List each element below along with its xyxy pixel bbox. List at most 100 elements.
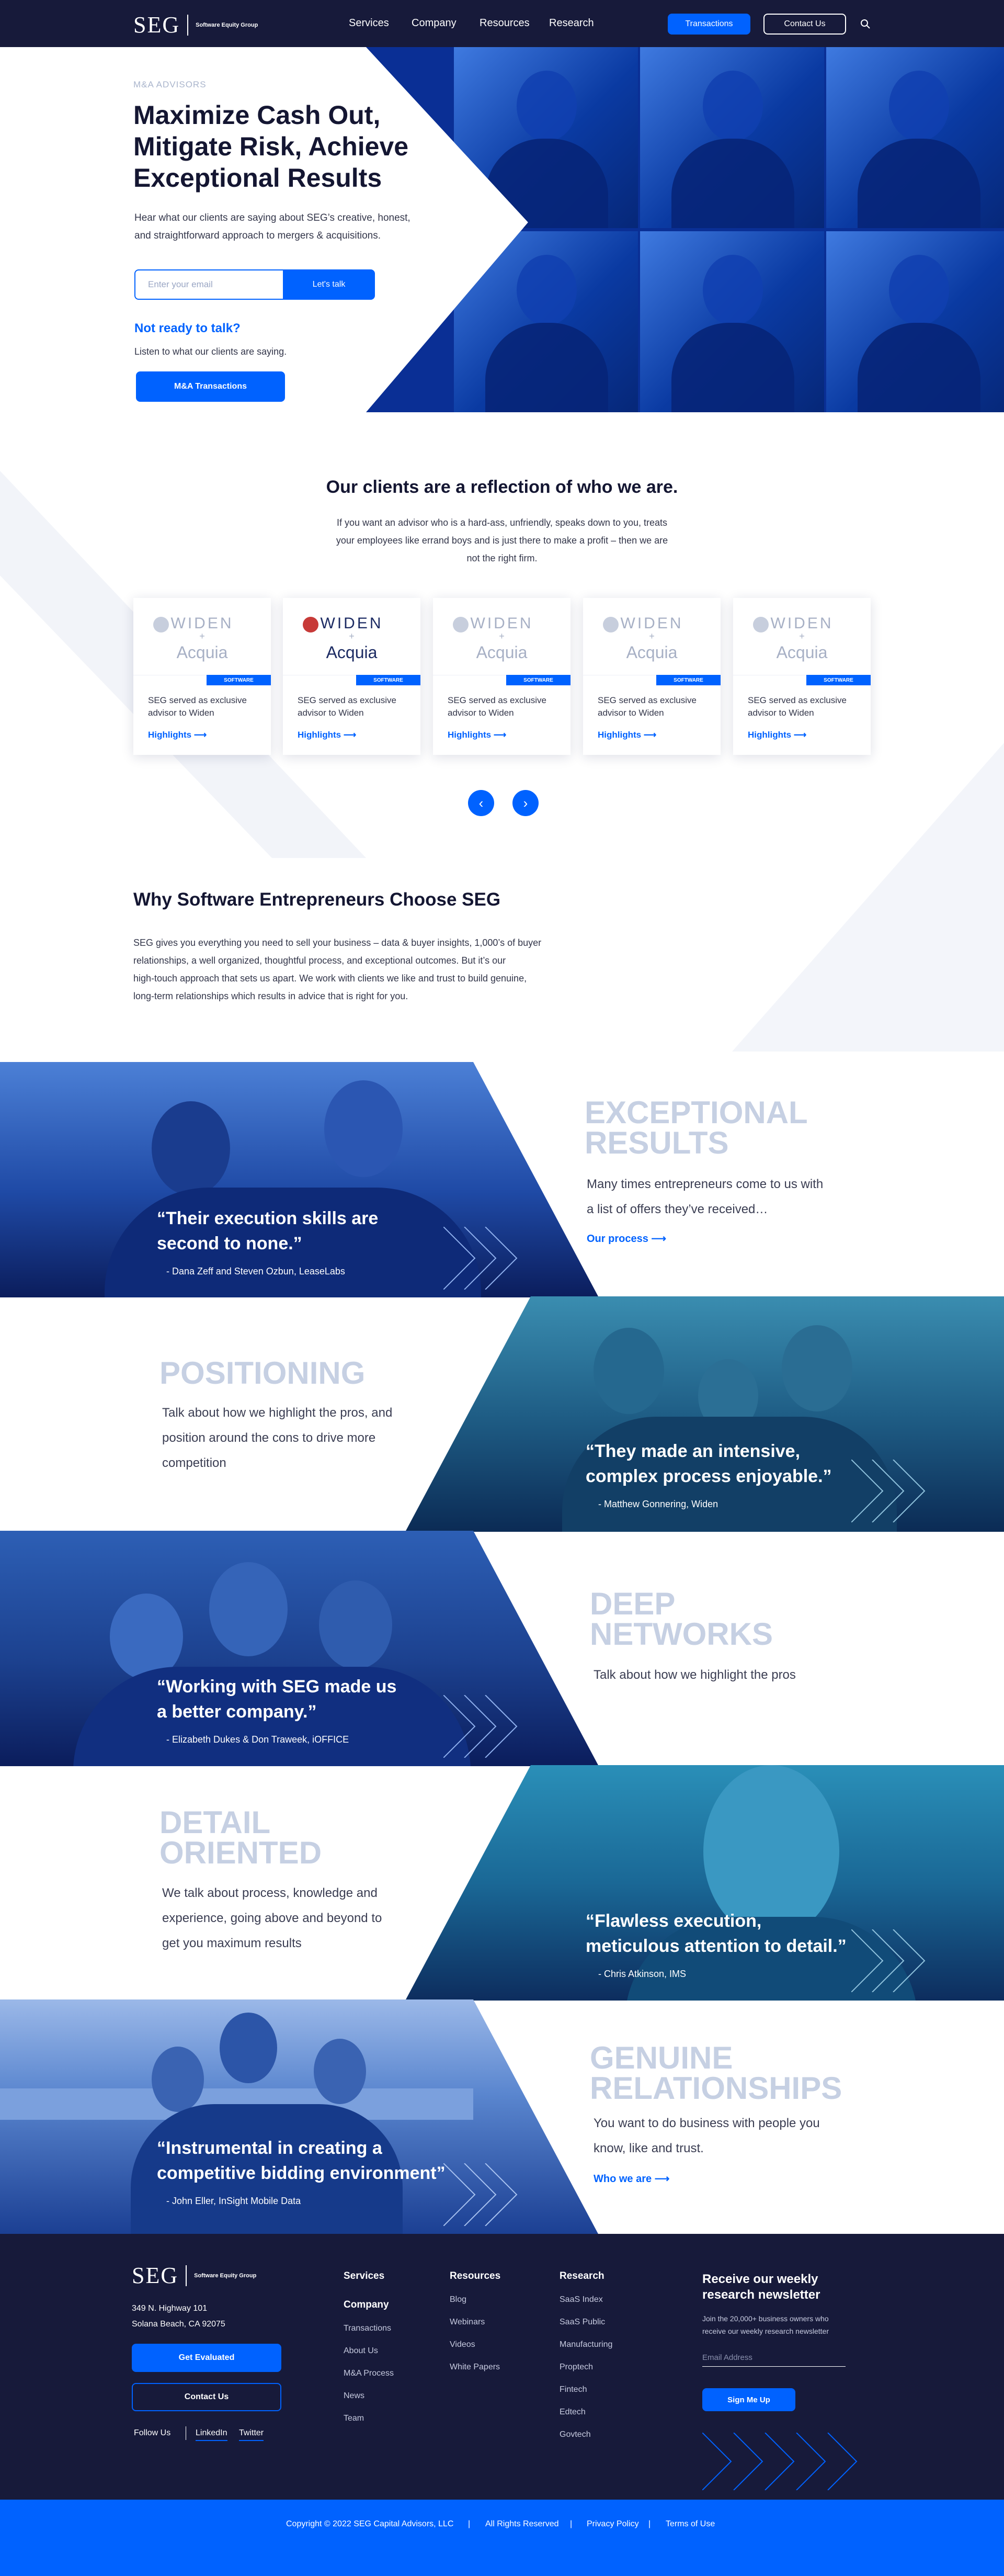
- testimonial-quote: “They made an intensive, complex process…: [586, 1441, 832, 1486]
- transactions-button[interactable]: Transactions: [668, 14, 750, 35]
- logo-mark: SEG: [132, 2263, 179, 2288]
- widen-logo-text: WIDEN: [620, 615, 683, 632]
- footer-link[interactable]: Team: [344, 2414, 364, 2423]
- highlights-link[interactable]: Highlights ⟶: [448, 730, 506, 740]
- seg-logo[interactable]: SEG Software Equity Group: [133, 12, 258, 38]
- footer-link[interactable]: Govtech: [560, 2430, 591, 2439]
- highlights-link[interactable]: Highlights ⟶: [298, 730, 356, 740]
- footer-link[interactable]: Manufacturing: [560, 2340, 612, 2349]
- highlights-link[interactable]: Highlights ⟶: [748, 730, 806, 740]
- acquia-logo-text: Acquia: [626, 643, 678, 662]
- deal-description: SEG served as exclusive advisor to Widen: [298, 695, 396, 718]
- nav-services[interactable]: Services: [349, 17, 389, 29]
- deal-card[interactable]: WIDEN + Acquia SOFTWARE SEG served as excl…: [283, 598, 420, 755]
- follow-us-label: Follow Us: [134, 2428, 171, 2437]
- email-input[interactable]: Enter your email: [134, 269, 284, 300]
- widen-logo-text: WIDEN: [320, 615, 383, 632]
- footer-heading-research[interactable]: Research: [560, 2270, 604, 2282]
- listen-text: Listen to what our clients are saying.: [134, 346, 287, 357]
- terms-of-use-link[interactable]: Terms of Use: [666, 2519, 715, 2529]
- highlights-link[interactable]: Highlights ⟶: [148, 730, 207, 740]
- our-process-link[interactable]: Our process ⟶: [587, 1232, 666, 1245]
- section-text: You want to do business with people you …: [594, 2116, 820, 2155]
- client-photo: [454, 231, 638, 412]
- who-we-are-link[interactable]: Who we are ⟶: [594, 2172, 669, 2185]
- client-photo: [454, 47, 638, 228]
- nav-resources[interactable]: Resources: [480, 17, 530, 29]
- highlights-link[interactable]: Highlights ⟶: [598, 730, 656, 740]
- nav-research[interactable]: Research: [549, 17, 594, 29]
- footer-link[interactable]: M&A Process: [344, 2369, 394, 2378]
- clients-body: If you want an advisor who is a hard-ass…: [336, 517, 668, 563]
- deal-card[interactable]: WIDEN + Acquia SOFTWARE SEG served as excl…: [433, 598, 571, 755]
- acquia-logo-text: Acquia: [326, 643, 378, 662]
- section-text: Talk about how we highlight the pros: [594, 1668, 796, 1682]
- section-text: Many times entrepreneurs come to us with…: [587, 1177, 824, 1216]
- carousel-next-button[interactable]: ›: [512, 790, 539, 816]
- category-tag: SOFTWARE: [806, 675, 871, 685]
- logo-subtitle: Software Equity Group: [194, 2272, 257, 2279]
- footer-link[interactable]: Videos: [450, 2340, 475, 2349]
- newsletter-text: Join the 20,000+ business owners who rec…: [702, 2314, 829, 2335]
- footer-link[interactable]: Fintech: [560, 2385, 587, 2394]
- footer-link[interactable]: About Us: [344, 2346, 378, 2356]
- why-body: SEG gives you everything you need to sel…: [133, 937, 542, 1001]
- testimonial-quote: “Their execution skills are second to no…: [157, 1208, 379, 1253]
- category-tag: SOFTWARE: [656, 675, 721, 685]
- deal-card[interactable]: WIDEN + Acquia SOFTWARE SEG served as excl…: [733, 598, 871, 755]
- footer-address: 349 N. Highway 101 Solana Beach, CA 9207…: [132, 2304, 225, 2329]
- testimonial-attribution: - Elizabeth Dukes & Don Traweek, iOFFICE: [166, 1734, 349, 1745]
- footer-link[interactable]: Edtech: [560, 2408, 586, 2417]
- lets-talk-button[interactable]: Let's talk: [283, 269, 375, 300]
- section-heading: DEEP NETWORKS: [590, 1586, 773, 1652]
- search-icon[interactable]: [860, 19, 871, 29]
- footer-link[interactable]: News: [344, 2391, 364, 2401]
- footer-heading-company[interactable]: Company: [344, 2299, 389, 2311]
- widen-logo-text: WIDEN: [170, 615, 234, 632]
- footer-heading-resources[interactable]: Resources: [450, 2270, 500, 2282]
- contact-us-button[interactable]: Contact Us: [763, 14, 846, 35]
- footer-link[interactable]: Transactions: [344, 2324, 391, 2333]
- sign-me-up-button[interactable]: Sign Me Up: [702, 2388, 795, 2411]
- newsletter-email-input[interactable]: Email Address: [702, 2353, 846, 2367]
- footer-contact-button[interactable]: Contact Us: [132, 2383, 281, 2411]
- widen-logo-text: WIDEN: [470, 615, 533, 632]
- footer-link[interactable]: SaaS Public: [560, 2318, 605, 2327]
- footer-heading-services[interactable]: Services: [344, 2270, 384, 2282]
- privacy-policy-link[interactable]: Privacy Policy: [587, 2519, 639, 2529]
- category-tag: SOFTWARE: [506, 675, 571, 685]
- logo-mark: SEG: [133, 12, 180, 38]
- section-text: We talk about process, knowledge and exp…: [162, 1886, 382, 1950]
- why-title: Why Software Entrepreneurs Choose SEG: [133, 889, 501, 910]
- footer: SEG Software Equity Group 349 N. Highway…: [0, 2234, 1004, 2500]
- testimonial-quote: “Flawless execution, meticulous attentio…: [586, 1911, 847, 1956]
- chevron-decoration-icon: [851, 1929, 926, 1992]
- client-photo-grid: [366, 47, 1004, 412]
- footer-logo[interactable]: SEG Software Equity Group: [132, 2262, 256, 2289]
- acquia-logo-text: Acquia: [476, 643, 528, 662]
- footer-link[interactable]: Proptech: [560, 2363, 593, 2372]
- separator: |: [648, 2519, 651, 2528]
- carousel-prev-button[interactable]: ‹: [468, 790, 494, 816]
- twitter-link[interactable]: Twitter: [239, 2428, 264, 2441]
- logo-divider: [187, 14, 189, 36]
- linkedin-link[interactable]: LinkedIn: [196, 2428, 227, 2441]
- deal-card[interactable]: WIDEN + Acquia SOFTWARE SEG served as excl…: [133, 598, 271, 755]
- category-tag: SOFTWARE: [207, 675, 271, 685]
- section-text: Talk about how we highlight the pros, an…: [162, 1406, 393, 1470]
- footer-link[interactable]: Blog: [450, 2295, 466, 2304]
- footer-link[interactable]: White Papers: [450, 2363, 500, 2372]
- testimonial-attribution: - John Eller, InSight Mobile Data: [166, 2196, 301, 2206]
- deal-card[interactable]: WIDEN + Acquia SOFTWARE SEG served as excl…: [583, 598, 721, 755]
- ma-transactions-button[interactable]: M&A Transactions: [136, 371, 285, 402]
- footer-link[interactable]: SaaS Index: [560, 2295, 603, 2304]
- page: SEG Software Equity Group Services Compa…: [0, 0, 1004, 2576]
- testimonial-quote: “Instrumental in creating a competitive …: [157, 2138, 446, 2183]
- legal-bar: [0, 2500, 1004, 2576]
- not-ready-heading: Not ready to talk?: [134, 321, 241, 335]
- get-evaluated-button[interactable]: Get Evaluated: [132, 2344, 281, 2372]
- nav-company[interactable]: Company: [412, 17, 457, 29]
- section-heading: GENUINE RELATIONSHIPS: [590, 2040, 842, 2106]
- client-photo: [826, 231, 1004, 412]
- footer-link[interactable]: Webinars: [450, 2318, 485, 2327]
